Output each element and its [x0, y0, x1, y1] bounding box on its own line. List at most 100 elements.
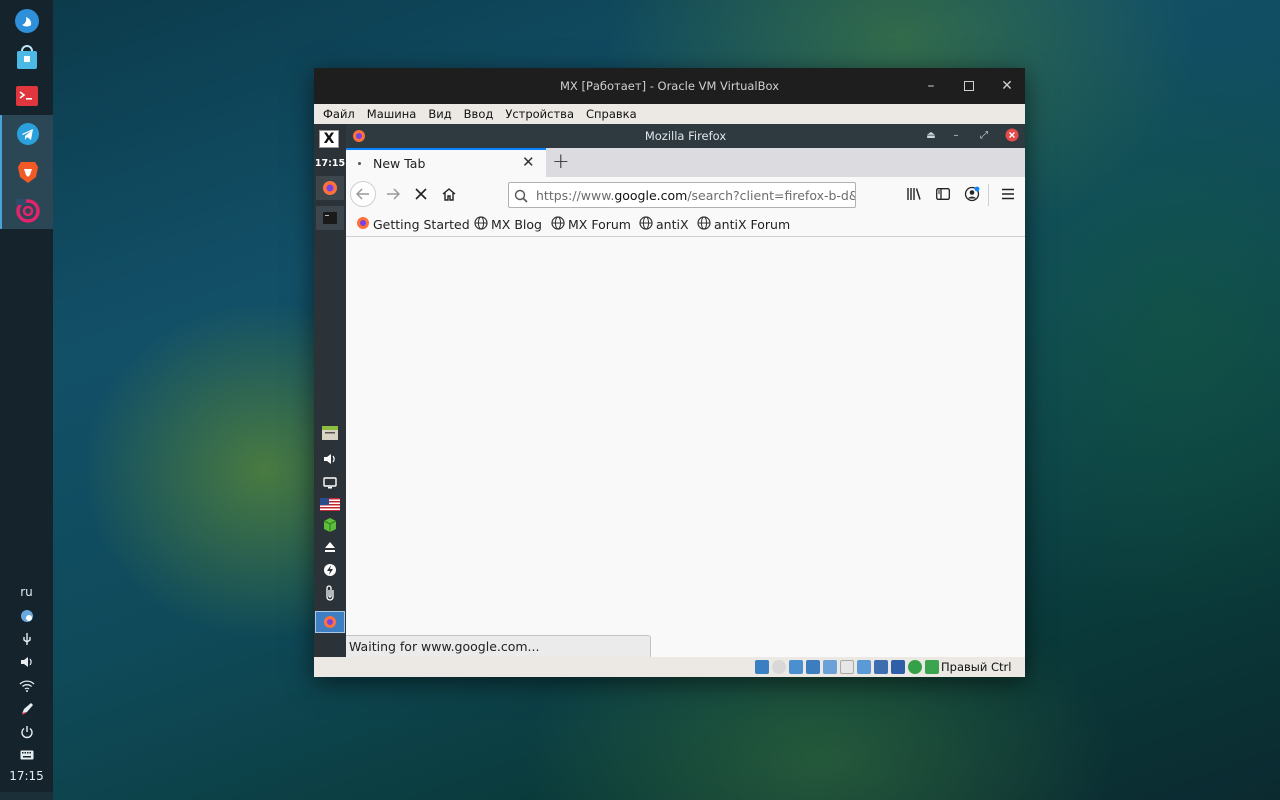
dock-divider [0, 792, 53, 800]
wifi-icon[interactable] [0, 675, 53, 697]
page-content[interactable] [346, 238, 1025, 657]
virtualbox-statusbar: Правый Ctrl [314, 657, 1025, 677]
bookmark-label: antiX Forum [714, 217, 791, 232]
menu-devices[interactable]: Устройства [505, 107, 574, 121]
stop-button[interactable] [408, 181, 434, 207]
host-key-icon[interactable] [925, 660, 939, 674]
store-icon[interactable] [0, 39, 53, 77]
firefox-task-icon[interactable] [315, 611, 345, 633]
account-icon[interactable] [960, 182, 984, 206]
status-panel: Waiting for www.google.com... [346, 635, 651, 657]
hard-disk-icon[interactable] [755, 660, 769, 674]
bookmark-mx-blog[interactable]: MX Blog [474, 216, 542, 233]
shared-folders-icon[interactable] [840, 660, 854, 674]
bookmark-label: MX Blog [491, 217, 542, 232]
volume-icon[interactable] [318, 450, 342, 468]
maximize-button[interactable] [959, 76, 979, 96]
firefox-launcher-icon[interactable] [316, 176, 344, 200]
virtualbox-window: MX [Работает] - Oracle VM VirtualBox – ✕… [314, 68, 1025, 677]
hamburger-menu-icon[interactable] [996, 182, 1020, 206]
tab-label: New Tab [373, 156, 426, 171]
virtualbox-titlebar[interactable]: MX [Работает] - Oracle VM VirtualBox – ✕ [314, 68, 1025, 104]
network-icon[interactable] [806, 660, 820, 674]
new-tab-button[interactable]: + [552, 149, 570, 173]
maximize-button[interactable]: ⤢ [976, 128, 992, 144]
file-manager-icon[interactable] [318, 424, 342, 442]
cpu-icon[interactable] [891, 660, 905, 674]
us-flag-icon[interactable] [318, 495, 342, 513]
bookmark-mx-forum[interactable]: MX Forum [551, 216, 631, 233]
mouse-integration-icon[interactable] [908, 660, 922, 674]
bookmark-antix[interactable]: antiX [639, 216, 689, 233]
globe-icon [474, 216, 488, 233]
sidebar-icon[interactable] [931, 182, 955, 206]
minimize-button[interactable]: – [921, 76, 941, 96]
network-status-icon[interactable] [0, 605, 53, 627]
tab-bar: New Tab ✕ + [346, 148, 1025, 177]
menu-input[interactable]: Ввод [464, 107, 494, 121]
firefox-window: Mozilla Firefox ⏏ – ⤢ New Tab ✕ + https:… [346, 124, 1025, 657]
bookmarks-toolbar: Getting Started MX Blog MX Forum antiX a… [346, 211, 1025, 237]
eject-icon[interactable] [318, 538, 342, 556]
terminal-launcher-icon[interactable] [316, 206, 344, 230]
loading-indicator [358, 162, 361, 165]
menu-view[interactable]: Вид [428, 107, 451, 121]
recording-icon[interactable] [874, 660, 888, 674]
minimize-button[interactable]: – [948, 128, 964, 144]
guest-clock[interactable]: 17:15 [314, 158, 346, 169]
display-icon[interactable] [857, 660, 871, 674]
brave-icon[interactable] [0, 153, 53, 191]
library-icon[interactable] [902, 182, 926, 206]
tab-new-tab[interactable]: New Tab ✕ [346, 148, 546, 177]
url-bar[interactable]: https://www.google.com/search?client=fir… [508, 182, 856, 208]
keyboard-icon[interactable] [0, 744, 53, 766]
globe-icon [551, 216, 565, 233]
window-title: MX [Работает] - Oracle VM VirtualBox [560, 79, 779, 93]
menu-machine[interactable]: Машина [367, 107, 417, 121]
device-indicators [755, 660, 939, 674]
forward-button[interactable] [380, 181, 406, 207]
back-button[interactable] [350, 181, 376, 207]
usb-icon[interactable] [823, 660, 837, 674]
bookmark-antix-forum[interactable]: antiX Forum [697, 216, 790, 233]
menu-help[interactable]: Справка [586, 107, 637, 121]
search-icon [514, 188, 528, 207]
globe-icon [697, 216, 711, 233]
firefox-icon [356, 216, 370, 233]
volume-icon[interactable] [0, 651, 53, 673]
shade-button[interactable]: ⏏ [923, 128, 939, 144]
keyboard-layout-indicator[interactable]: ru [0, 581, 53, 603]
clipboard-icon[interactable] [318, 584, 342, 602]
audio-icon[interactable] [789, 660, 803, 674]
toolbar-separator [988, 184, 989, 206]
bookmark-getting-started[interactable]: Getting Started [356, 216, 470, 233]
bookmark-label: MX Forum [568, 217, 631, 232]
url-text: https://www.google.com/search?client=fir… [536, 188, 855, 203]
guest-panel: X 17:15 [314, 124, 346, 657]
navigation-toolbar: https://www.google.com/search?client=fir… [346, 177, 1025, 211]
mx-menu-icon[interactable]: X [319, 130, 339, 148]
package-updater-icon[interactable] [318, 516, 342, 534]
close-tab-icon[interactable]: ✕ [522, 153, 535, 171]
virtualbox-menubar: Файл Машина Вид Ввод Устройства Справка [314, 104, 1025, 124]
dock-clock[interactable]: 17:15 [0, 769, 53, 783]
telegram-icon[interactable] [0, 115, 53, 153]
bookmark-label: antiX [656, 217, 689, 232]
debian-icon[interactable] [0, 191, 53, 229]
usb-icon[interactable] [0, 628, 53, 650]
close-button[interactable] [1004, 128, 1020, 144]
launcher-icon[interactable] [0, 2, 53, 40]
guest-screen[interactable]: X 17:15 Mozilla Firefox ⏏ – ⤢ New Tab ✕ … [314, 124, 1025, 657]
power-manager-icon[interactable] [318, 561, 342, 579]
host-dock: ru 17:15 [0, 0, 53, 800]
bookmark-label: Getting Started [373, 217, 470, 232]
home-button[interactable] [436, 181, 462, 207]
terminal-icon[interactable] [0, 77, 53, 115]
display-icon[interactable] [318, 474, 342, 492]
power-icon[interactable] [0, 721, 53, 743]
menu-file[interactable]: Файл [323, 107, 355, 121]
firefox-titlebar[interactable]: Mozilla Firefox ⏏ – ⤢ [346, 124, 1025, 148]
pen-icon[interactable] [0, 698, 53, 720]
close-button[interactable]: ✕ [997, 76, 1017, 96]
optical-drive-icon[interactable] [772, 660, 786, 674]
